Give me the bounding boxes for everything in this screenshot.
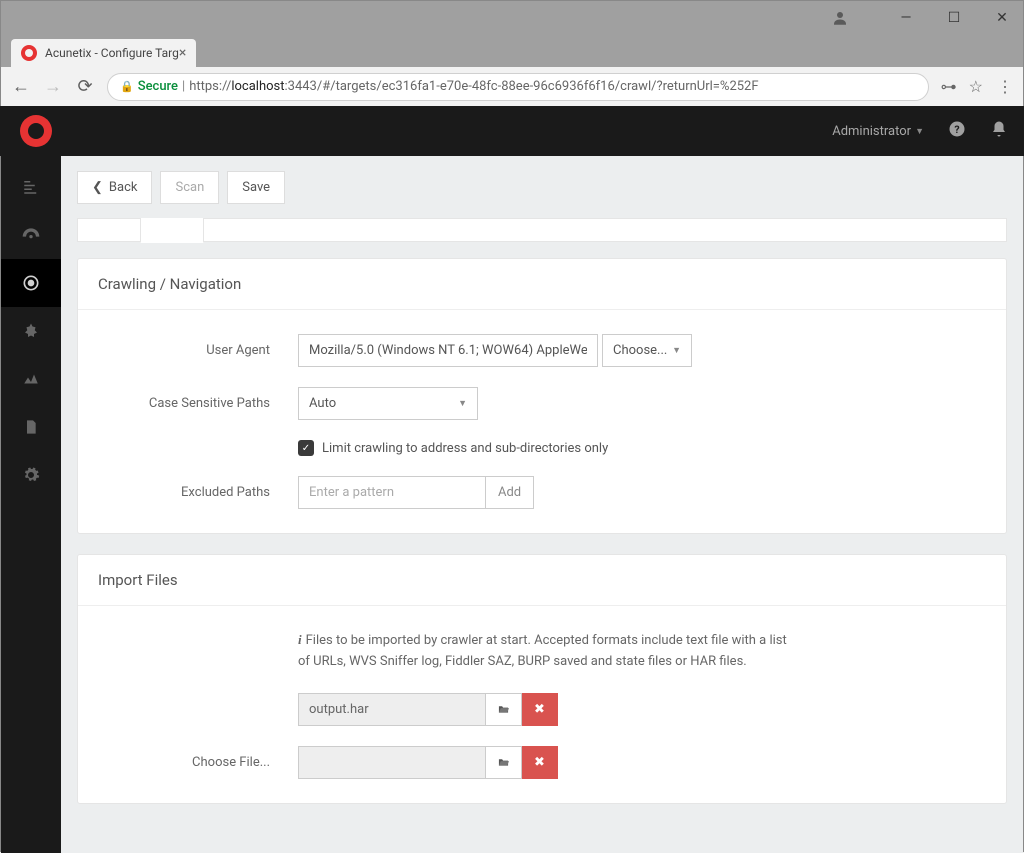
caret-down-icon: ▼	[672, 345, 681, 356]
url-input[interactable]: 🔒 Secure | https:// localhost :3443/#/ta…	[107, 73, 929, 101]
nav-reload-icon[interactable]: ⟳	[75, 76, 95, 97]
excluded-paths-input[interactable]	[298, 476, 486, 509]
user-agent-input[interactable]	[298, 334, 598, 367]
app-logo-icon[interactable]	[20, 115, 52, 147]
address-bar: ← → ⟳ 🔒 Secure | https:// localhost :344…	[1, 67, 1023, 107]
secure-label: Secure	[138, 79, 178, 94]
save-button[interactable]: Save	[227, 171, 285, 204]
caret-down-icon: ▼	[458, 398, 467, 409]
remove-file-button[interactable]: ✖	[522, 693, 558, 726]
panel-title: Import Files	[78, 555, 1006, 606]
sidebar-item-docs[interactable]	[1, 403, 61, 451]
user-name: Administrator	[832, 124, 911, 139]
info-icon: i	[298, 632, 302, 647]
caret-down-icon: ▼	[915, 126, 924, 137]
limit-crawling-label: Limit crawling to address and sub-direct…	[322, 441, 608, 456]
add-pattern-button[interactable]: Add	[486, 476, 534, 509]
url-path: :3443/#/targets/ec316fa1-e70e-48fc-88ee-…	[284, 79, 758, 94]
tab-bar[interactable]	[77, 218, 1007, 242]
notifications-icon[interactable]	[990, 120, 1008, 142]
sidebar-item-settings[interactable]	[1, 451, 61, 499]
nav-forward-icon: →	[43, 76, 63, 97]
excluded-paths-label: Excluded Paths	[98, 485, 298, 500]
key-icon[interactable]: ⊶	[941, 77, 955, 96]
sidebar-item-reports[interactable]	[1, 355, 61, 403]
help-icon[interactable]: ?	[948, 120, 966, 142]
minimize-button[interactable]: —	[893, 5, 919, 31]
url-host: localhost	[231, 79, 284, 94]
back-button[interactable]: ❮ Back	[77, 171, 152, 204]
favicon-icon	[21, 45, 37, 61]
app-header: Administrator ▼ ?	[0, 106, 1024, 156]
limit-crawling-checkbox[interactable]: ✓	[298, 440, 314, 456]
open-file-button[interactable]	[486, 693, 522, 726]
main-content: ❮ Back Scan Save Crawling / Navigation U…	[61, 107, 1023, 853]
choose-file-field[interactable]	[298, 746, 486, 779]
crawling-panel: Crawling / Navigation User Agent Choose.…	[77, 258, 1007, 534]
sidebar-item-dashboard[interactable]	[1, 163, 61, 211]
window-titlebar: — ☐ ✕	[1, 1, 1023, 35]
sidebar-item-targets[interactable]	[1, 259, 61, 307]
remove-file-button[interactable]: ✖	[522, 746, 558, 779]
sidebar	[1, 107, 61, 853]
svg-text:?: ?	[954, 123, 959, 136]
toolbar: ❮ Back Scan Save	[61, 157, 1023, 218]
case-sensitive-label: Case Sensitive Paths	[98, 396, 298, 411]
maximize-button[interactable]: ☐	[941, 5, 967, 31]
scan-button[interactable]: Scan	[160, 171, 219, 204]
browser-tab-strip: Acunetix - Configure Targ ×	[1, 35, 1023, 67]
user-agent-label: User Agent	[98, 343, 298, 358]
chevron-left-icon: ❮	[92, 180, 103, 195]
sidebar-item-vulns[interactable]	[1, 307, 61, 355]
open-file-button[interactable]	[486, 746, 522, 779]
user-agent-choose-dropdown[interactable]: Choose... ▼	[602, 334, 692, 367]
footer-copyright: © 2017 Acunetix Ltd.	[61, 840, 1023, 853]
close-window-button[interactable]: ✕	[989, 5, 1015, 31]
import-panel: Import Files iFiles to be imported by cr…	[77, 554, 1007, 804]
tab-title: Acunetix - Configure Targ	[45, 46, 179, 60]
panel-title: Crawling / Navigation	[78, 259, 1006, 310]
browser-menu-icon[interactable]: ⋮	[997, 77, 1013, 96]
import-info-text: iFiles to be imported by crawler at star…	[298, 630, 798, 673]
imported-file-field	[298, 693, 486, 726]
sidebar-item-gauge[interactable]	[1, 211, 61, 259]
bookmark-star-icon[interactable]: ☆	[969, 77, 983, 96]
user-menu[interactable]: Administrator ▼	[832, 124, 924, 139]
lock-icon: 🔒	[120, 80, 134, 93]
case-sensitive-dropdown[interactable]: Auto ▼	[298, 387, 478, 420]
nav-back-icon[interactable]: ←	[11, 76, 31, 97]
url-scheme: https://	[189, 79, 231, 94]
browser-tab[interactable]: Acunetix - Configure Targ ×	[11, 39, 196, 67]
choose-file-label: Choose File...	[98, 755, 298, 770]
tab-close-icon[interactable]: ×	[179, 45, 186, 61]
user-account-icon[interactable]	[829, 7, 851, 29]
